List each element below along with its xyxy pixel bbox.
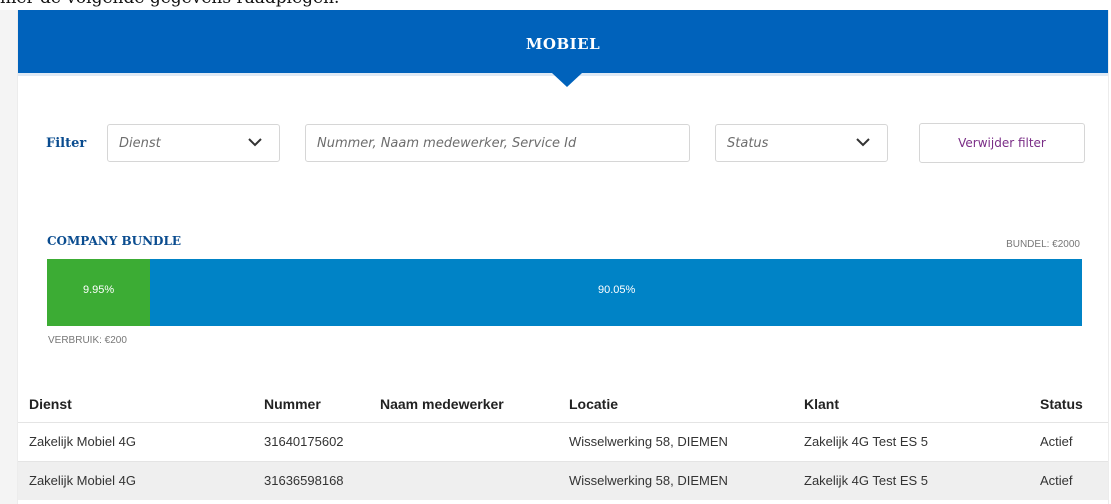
dienst-select-value: Dienst <box>119 136 161 151</box>
cell-locatie: Wisselwerking 58, DIEMEN <box>569 434 728 449</box>
cell-dienst: Zakelijk Mobiel 4G <box>29 473 136 488</box>
cell-dienst: Zakelijk Mobiel 4G <box>29 434 136 449</box>
cell-status: Actief <box>1040 473 1073 488</box>
column-header-naam-medewerker: Naam medewerker <box>380 396 504 412</box>
filter-label: Filter <box>46 136 87 151</box>
bundle-title: COMPANY BUNDLE <box>47 234 182 248</box>
cell-nummer: 31640175602 <box>264 434 344 449</box>
dienst-select[interactable]: Dienst <box>107 124 280 162</box>
search-input[interactable]: Nummer, Naam medewerker, Service Id <box>305 124 690 162</box>
usage-amount: VERBRUIK: €200 <box>48 335 127 346</box>
cell-klant: Zakelijk 4G Test ES 5 <box>804 434 929 449</box>
table-row[interactable]: Zakelijk Mobiel 4G 31640175602 Wisselwer… <box>18 422 1108 461</box>
column-header-locatie: Locatie <box>569 396 619 412</box>
status-select-value: Status <box>727 136 769 151</box>
search-input-placeholder: Nummer, Naam medewerker, Service Id <box>317 136 577 151</box>
status-select[interactable]: Status <box>715 124 888 162</box>
cell-status: Actief <box>1040 434 1073 449</box>
clear-filter-button[interactable]: Verwijder filter <box>919 123 1085 163</box>
header-pointer <box>552 73 582 87</box>
remaining-percent-label: 90.05% <box>598 284 636 296</box>
used-percent-label: 9.95% <box>83 284 115 296</box>
column-header-nummer: Nummer <box>264 396 321 412</box>
chevron-down-icon <box>248 138 262 147</box>
usage-bar: 9.95% 90.05% <box>47 259 1082 326</box>
page-margin <box>0 10 17 504</box>
cell-nummer: 31636598168 <box>264 473 344 488</box>
cell-klant: Zakelijk 4G Test ES 5 <box>804 473 929 488</box>
chevron-down-icon <box>856 138 870 147</box>
column-header-dienst: Dienst <box>29 396 72 412</box>
column-header-klant: Klant <box>804 396 839 412</box>
intro-text: hier de volgende gegevens raadplegen. <box>0 0 339 10</box>
cell-locatie: Wisselwerking 58, DIEMEN <box>569 473 728 488</box>
page-title: MOBIEL <box>525 35 601 53</box>
mobiel-panel: MOBIEL Filter Dienst Nummer, Naam medewe… <box>17 10 1109 504</box>
panel-header: MOBIEL <box>18 10 1108 73</box>
column-header-status: Status <box>1040 396 1083 412</box>
table-row[interactable]: Zakelijk Mobiel 4G 31636598168 Wisselwer… <box>18 461 1108 500</box>
bundle-total: BUNDEL: €2000 <box>1006 239 1080 250</box>
